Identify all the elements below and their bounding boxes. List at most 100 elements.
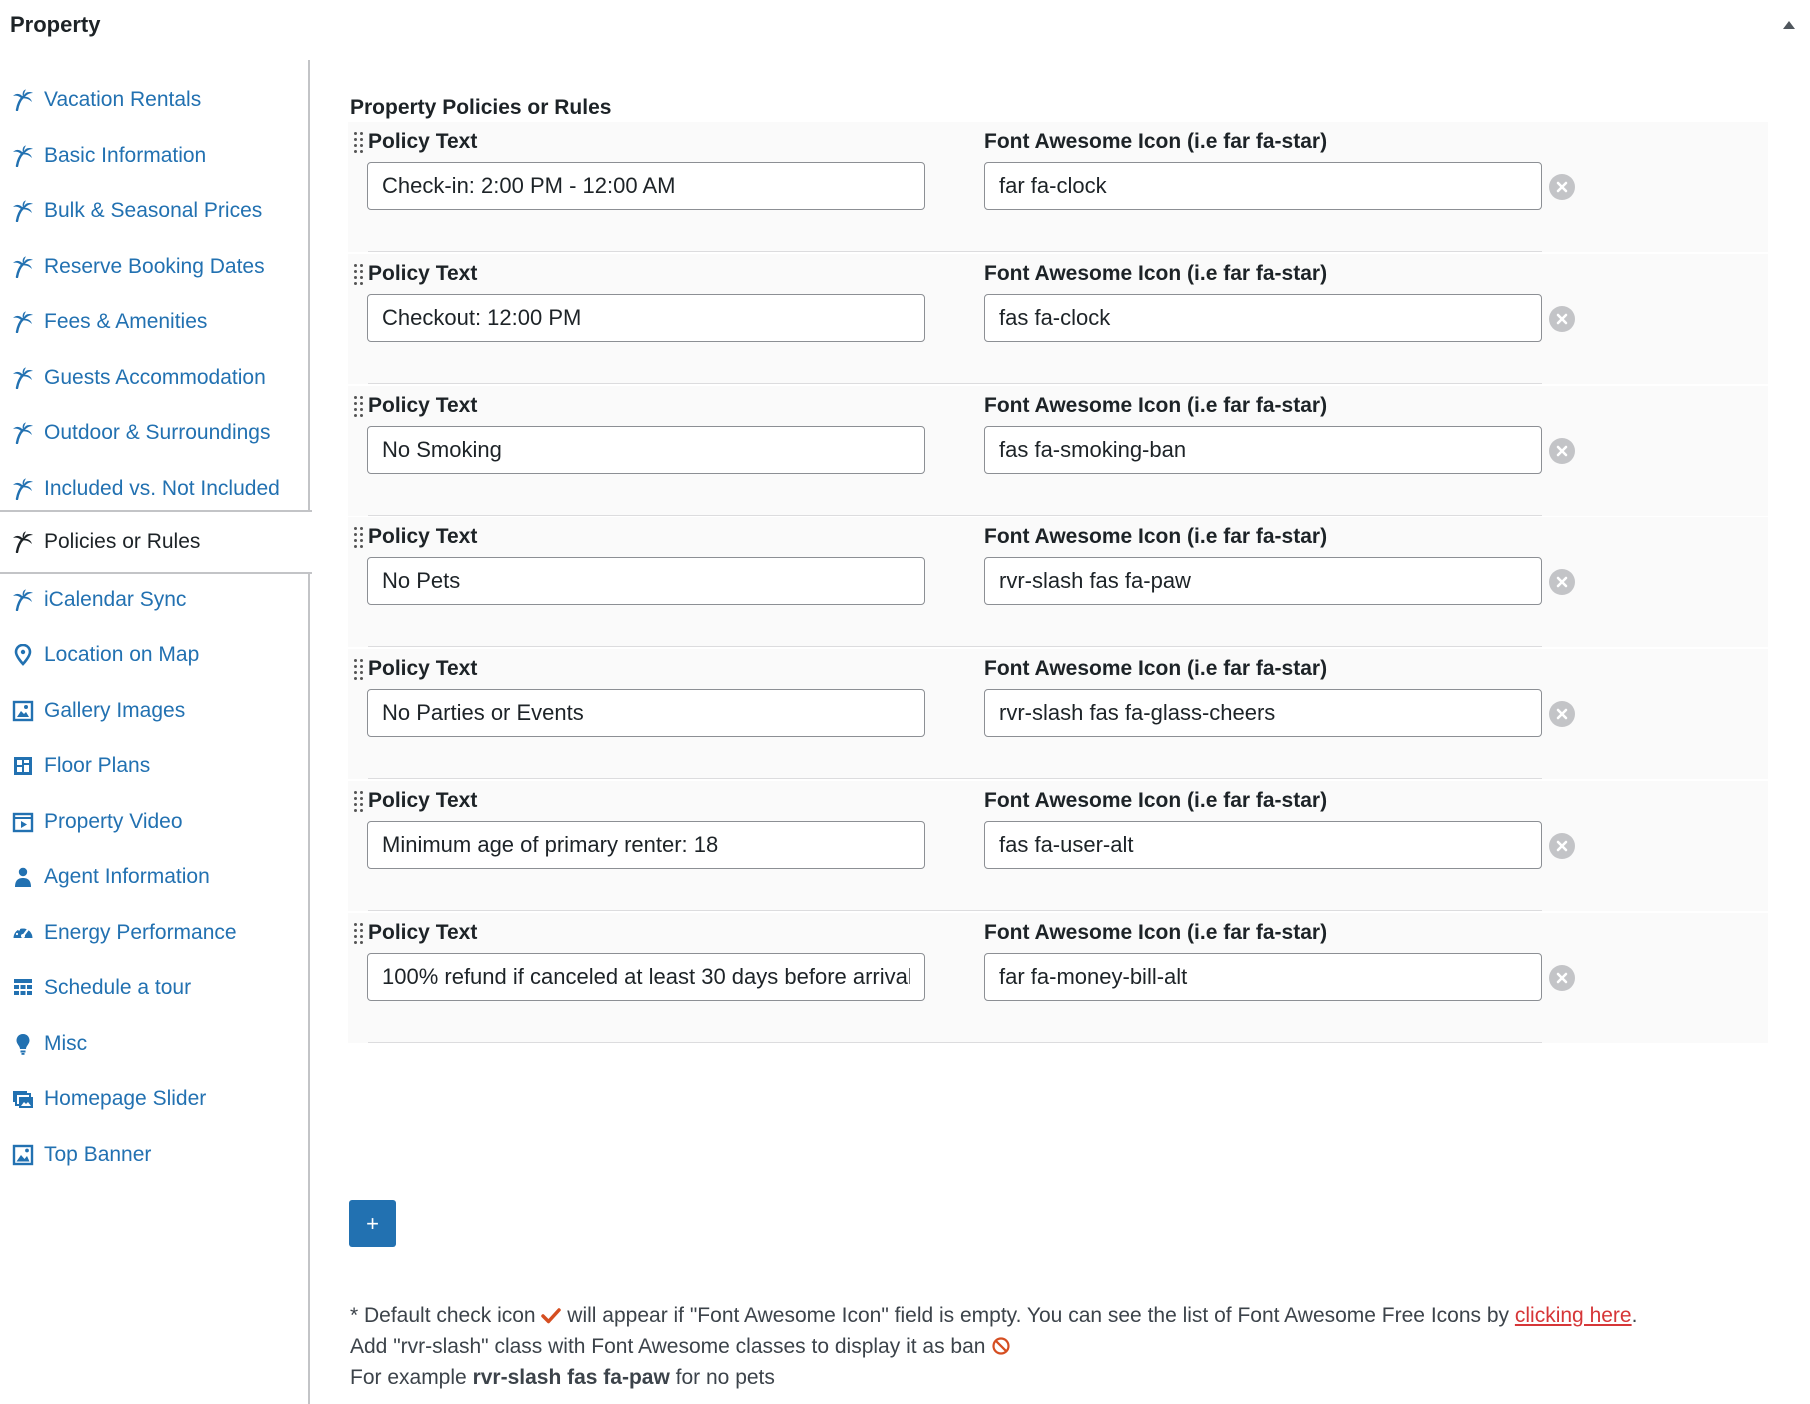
map-pin-icon <box>11 643 35 667</box>
remove-policy-button[interactable] <box>1549 437 1575 464</box>
row-divider <box>368 251 1542 252</box>
close-icon <box>1556 313 1568 325</box>
policy-row: Policy Text Font Awesome Icon (i.e far fa… <box>348 912 1768 1043</box>
remove-policy-button[interactable] <box>1549 174 1575 200</box>
dashboard-icon <box>11 921 35 945</box>
gallery-icon <box>11 699 35 723</box>
policy-text-input[interactable] <box>367 425 925 474</box>
note-text: for no pets <box>675 1366 775 1389</box>
sidebar-item-basic-information[interactable]: Basic Information <box>0 124 308 188</box>
drag-handle-icon[interactable] <box>352 921 366 945</box>
sidebar-item-homepage-slider[interactable]: Homepage Slider <box>0 1067 308 1131</box>
font-awesome-icon-input[interactable] <box>984 425 1542 474</box>
sidebar-item-label: Basic Information <box>44 143 207 167</box>
sidebar-item-location-on-map[interactable]: Location on Map <box>0 623 308 687</box>
sidebar-item-outdoor-surroundings[interactable]: Outdoor & Surroundings <box>0 401 308 465</box>
sidebar-item-bulk-seasonal-prices[interactable]: Bulk & Seasonal Prices <box>0 179 308 243</box>
font-awesome-icon-input[interactable] <box>984 162 1542 210</box>
palm-tree-icon <box>11 477 35 501</box>
metabox-header: Property <box>0 0 1810 52</box>
drag-handle-icon[interactable] <box>352 130 366 154</box>
palm-tree-icon <box>11 88 35 112</box>
sidebar-item-guests-accommodation[interactable]: Guests Accommodation <box>0 346 308 410</box>
policy-text-input[interactable] <box>367 293 925 342</box>
sidebar-item-label: Vacation Rentals <box>44 88 202 111</box>
note-example-code: rvr-slash fas fa-paw <box>472 1366 670 1389</box>
drag-handle-icon[interactable] <box>352 657 366 681</box>
close-icon <box>1556 181 1568 193</box>
remove-policy-button[interactable] <box>1549 569 1575 596</box>
font-awesome-icon-label: Font Awesome Icon (i.e far fa-star) <box>984 920 1328 944</box>
sidebar-item-property-video[interactable]: Property Video <box>0 790 308 854</box>
sidebar-item-floor-plans[interactable]: Floor Plans <box>0 734 308 798</box>
collapse-toggle-button[interactable] <box>1780 16 1798 34</box>
sidebar-item-vacation-rentals[interactable]: Vacation Rentals <box>0 68 308 132</box>
policy-text-input[interactable] <box>367 557 925 606</box>
sidebar-item-policies-or-rules[interactable]: Policies or Rules <box>0 510 312 574</box>
sidebar-item-top-banner[interactable]: Top Banner <box>0 1123 308 1187</box>
close-icon <box>1556 708 1568 720</box>
row-divider <box>368 910 1542 911</box>
help-notes: * Default check icon will appear if "Fon… <box>350 1300 1637 1393</box>
sidebar-item-label: Floor Plans <box>44 754 151 777</box>
sidebar-item-label: iCalendar Sync <box>44 587 187 611</box>
font-awesome-icon-label: Font Awesome Icon (i.e far fa-star) <box>984 261 1328 285</box>
sidebar-item-gallery-images[interactable]: Gallery Images <box>0 679 308 743</box>
font-awesome-icon-input[interactable] <box>984 952 1542 1001</box>
palm-tree-icon <box>11 421 35 445</box>
sidebar-item-misc[interactable]: Misc <box>0 1012 308 1076</box>
sidebar-item-label: Reserve Booking Dates <box>44 254 265 278</box>
row-divider <box>368 514 1542 516</box>
add-policy-button[interactable]: + <box>349 1200 396 1247</box>
sidebar-item-label: Policies or Rules <box>44 530 201 553</box>
policy-text-label: Policy Text <box>368 657 478 681</box>
sidebar-item-label: Schedule a tour <box>44 976 192 999</box>
drag-handle-icon[interactable] <box>352 789 366 813</box>
policy-text-input[interactable] <box>367 952 925 1001</box>
policy-text-input[interactable] <box>367 689 925 738</box>
sidebar-item-label: Location on Map <box>44 643 200 666</box>
sidebar-item-reserve-booking-dates[interactable]: Reserve Booking Dates <box>0 235 308 299</box>
sidebar-item-label: Energy Performance <box>44 920 237 944</box>
font-awesome-icon-input[interactable] <box>984 689 1542 738</box>
close-icon <box>1556 445 1568 456</box>
policy-text-label: Policy Text <box>368 920 478 944</box>
policy-text-label: Policy Text <box>368 789 478 812</box>
check-icon <box>541 1308 562 1324</box>
palm-tree-icon <box>11 366 35 390</box>
font-awesome-icon-input[interactable] <box>984 557 1542 606</box>
sidebar-item-label: Gallery Images <box>44 698 186 722</box>
font-awesome-icon-input[interactable] <box>984 821 1542 869</box>
font-awesome-list-link[interactable]: clicking here <box>1515 1304 1632 1327</box>
drag-handle-icon[interactable] <box>352 262 366 286</box>
remove-policy-button[interactable] <box>1549 964 1575 991</box>
sidebar-item-icalendar-sync[interactable]: iCalendar Sync <box>0 568 308 632</box>
sidebar-item-schedule-a-tour[interactable]: Schedule a tour <box>0 956 308 1020</box>
drag-handle-icon[interactable] <box>352 394 366 418</box>
remove-policy-button[interactable] <box>1549 305 1575 332</box>
row-divider <box>368 778 1542 780</box>
font-awesome-icon-label: Font Awesome Icon (i.e far fa-star) <box>984 393 1328 417</box>
remove-policy-button[interactable] <box>1549 701 1575 728</box>
sidebar-item-label: Misc <box>44 1031 88 1055</box>
drag-handle-icon[interactable] <box>352 525 366 549</box>
sidebar-item-label: Guests Accommodation <box>44 365 266 389</box>
palm-tree-icon <box>11 255 35 279</box>
policy-text-input[interactable] <box>367 821 925 869</box>
metabox-title: Property <box>10 12 101 37</box>
row-divider <box>368 382 1542 384</box>
close-icon <box>1556 972 1568 984</box>
sidebar-nav: Vacation Rentals Basic Information Bulk & … <box>0 60 312 1404</box>
sidebar-item-fees-amenities[interactable]: Fees & Amenities <box>0 290 308 354</box>
banner-image-icon <box>11 1143 35 1167</box>
note-line-2: Add "rvr-slash" class with Font Awesome … <box>350 1331 1637 1362</box>
policy-text-input[interactable] <box>367 162 925 210</box>
close-icon <box>1556 840 1568 852</box>
remove-policy-button[interactable] <box>1549 833 1575 859</box>
font-awesome-icon-input[interactable] <box>984 293 1542 342</box>
sidebar-item-energy-performance[interactable]: Energy Performance <box>0 901 308 965</box>
palm-tree-icon <box>11 588 35 612</box>
sidebar-item-agent-information[interactable]: Agent Information <box>0 845 308 909</box>
close-icon <box>1556 577 1568 588</box>
section-title: Property Policies or Rules <box>350 96 612 119</box>
